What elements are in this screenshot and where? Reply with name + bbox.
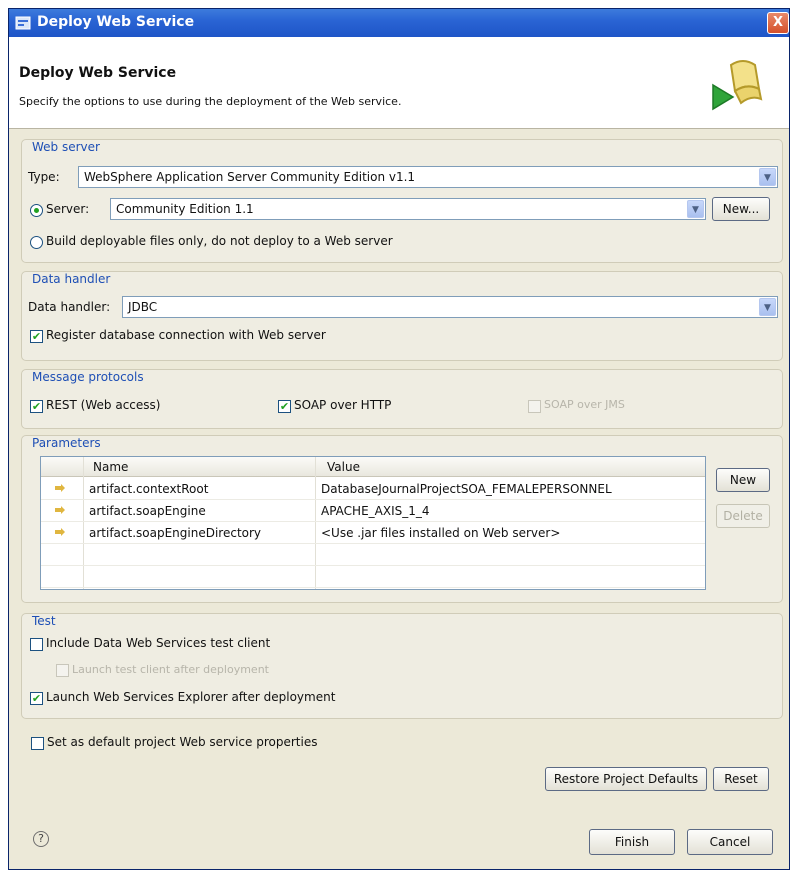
data-handler-label: Data handler:: [28, 300, 111, 314]
table-row[interactable]: artifact.soapEngine APACHE_AXIS_1_4: [41, 500, 705, 522]
chevron-down-icon: ▼: [759, 168, 776, 186]
soap-http-label: SOAP over HTTP: [294, 398, 392, 412]
test-group-title: Test: [32, 614, 56, 628]
launch-explorer-label: Launch Web Services Explorer after deplo…: [46, 690, 336, 704]
parameters-group-title: Parameters: [32, 436, 101, 450]
restore-defaults-button[interactable]: Restore Project Defaults: [545, 767, 707, 791]
finish-button[interactable]: Finish: [589, 829, 675, 855]
register-connection-checkbox[interactable]: ✔: [30, 330, 43, 343]
test-group: Test Include Data Web Services test clie…: [21, 613, 783, 719]
launch-explorer-checkbox[interactable]: ✔: [30, 692, 43, 705]
build-only-label: Build deployable files only, do not depl…: [46, 234, 393, 248]
page-description: Specify the options to use during the de…: [19, 95, 402, 108]
soap-http-checkbox[interactable]: ✔: [278, 400, 291, 413]
property-icon: [55, 506, 65, 514]
chevron-down-icon: ▼: [759, 298, 776, 316]
build-only-radio[interactable]: [30, 236, 43, 249]
data-handler-group-title: Data handler: [32, 272, 111, 286]
default-properties-label: Set as default project Web service prope…: [47, 735, 318, 749]
cancel-button[interactable]: Cancel: [687, 829, 773, 855]
property-icon: [55, 528, 65, 536]
deploy-web-service-dialog: Deploy Web Service X Deploy Web Service …: [8, 8, 790, 870]
help-icon[interactable]: ?: [33, 831, 49, 847]
register-connection-label: Register database connection with Web se…: [46, 328, 326, 342]
new-parameter-button[interactable]: New: [716, 468, 770, 492]
close-button[interactable]: X: [767, 12, 789, 34]
server-value: Community Edition 1.1: [116, 202, 254, 216]
param-name: artifact.soapEngineDirectory: [89, 526, 262, 540]
type-label: Type:: [28, 170, 60, 184]
table-row[interactable]: artifact.contextRoot DatabaseJournalProj…: [41, 478, 705, 500]
param-value: DatabaseJournalProjectSOA_FEMALEPERSONNE…: [321, 482, 612, 496]
help-icon-glyph: ?: [38, 832, 44, 845]
parameters-group: Parameters Name Value artifact.contextRo…: [21, 435, 783, 603]
data-handler-combo[interactable]: JDBC ▼: [122, 296, 778, 318]
param-value: <Use .jar files installed on Web server>: [321, 526, 561, 540]
dialog-banner: Deploy Web Service Specify the options t…: [9, 37, 789, 129]
table-row[interactable]: artifact.soapEngineDirectory <Use .jar f…: [41, 522, 705, 544]
table-header: Name Value: [41, 457, 705, 477]
reset-button[interactable]: Reset: [713, 767, 769, 791]
web-server-group-title: Web server: [32, 140, 100, 154]
new-server-button[interactable]: New...: [712, 197, 770, 221]
server-combo[interactable]: Community Edition 1.1 ▼: [110, 198, 706, 220]
message-protocols-group-title: Message protocols: [32, 370, 144, 384]
chevron-down-icon: ▼: [687, 200, 704, 218]
title-bar: Deploy Web Service X: [9, 9, 789, 37]
rest-checkbox[interactable]: ✔: [30, 400, 43, 413]
default-properties-checkbox[interactable]: [31, 737, 44, 750]
column-header-name[interactable]: Name: [93, 460, 128, 474]
column-header-value[interactable]: Value: [327, 460, 360, 474]
include-test-client-checkbox[interactable]: [30, 638, 43, 651]
server-radio[interactable]: [30, 204, 43, 217]
soap-jms-label: SOAP over JMS: [544, 398, 625, 411]
close-icon: X: [772, 15, 784, 30]
window-title: Deploy Web Service: [37, 14, 195, 30]
table-row-empty: [41, 544, 705, 566]
dialog-app-icon: [15, 16, 31, 30]
data-handler-group: Data handler Data handler: JDBC ▼ ✔ Regi…: [21, 271, 783, 361]
message-protocols-group: Message protocols ✔ REST (Web access) ✔ …: [21, 369, 783, 429]
param-value: APACHE_AXIS_1_4: [321, 504, 430, 518]
rest-label: REST (Web access): [46, 398, 161, 412]
server-type-value: WebSphere Application Server Community E…: [84, 170, 416, 184]
param-name: artifact.soapEngine: [89, 504, 206, 518]
web-server-group: Web server Type: WebSphere Application S…: [21, 139, 783, 263]
parameters-table[interactable]: Name Value artifact.contextRoot Database…: [40, 456, 706, 590]
soap-jms-checkbox: [528, 400, 541, 413]
launch-test-client-checkbox: [56, 664, 69, 677]
server-label: Server:: [46, 202, 90, 216]
property-icon: [55, 484, 65, 492]
param-name: artifact.contextRoot: [89, 482, 209, 496]
data-handler-value: JDBC: [128, 300, 158, 314]
include-test-client-label: Include Data Web Services test client: [46, 636, 271, 650]
page-heading: Deploy Web Service: [19, 65, 177, 81]
wizard-scroll-icon: [712, 60, 763, 111]
delete-parameter-button: Delete: [716, 504, 770, 528]
table-row-empty: [41, 566, 705, 588]
launch-test-client-label: Launch test client after deployment: [72, 663, 269, 676]
server-type-combo[interactable]: WebSphere Application Server Community E…: [78, 166, 778, 188]
